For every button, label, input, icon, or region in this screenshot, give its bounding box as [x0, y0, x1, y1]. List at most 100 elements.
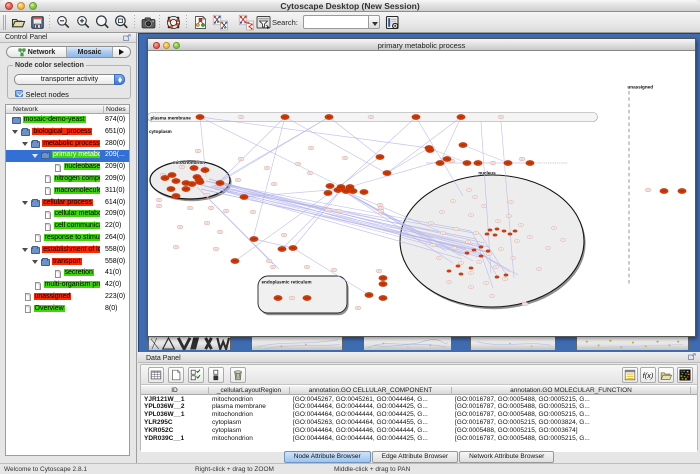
network-node[interactable] [502, 230, 506, 233]
tab-mosaic[interactable]: Mosaic [67, 47, 113, 57]
tree-row[interactable]: metabolic process280(0) [6, 138, 129, 150]
network-node[interactable] [469, 267, 473, 270]
network-node[interactable] [459, 273, 463, 276]
tree-row[interactable]: unassigned223(0) [6, 291, 129, 303]
tree-row[interactable]: cellular metaboli209(0) [6, 209, 129, 221]
matrix-heatmap-icon[interactable] [677, 367, 693, 383]
tree-row[interactable]: macromolecule m311(0) [6, 185, 129, 197]
column-header[interactable]: annotation.GO CELLULAR_COMPONENT [290, 387, 452, 395]
network-node[interactable] [493, 234, 497, 237]
network-node[interactable] [456, 265, 460, 268]
search-dropdown-button[interactable] [369, 15, 380, 29]
tree-row[interactable]: establishment of loc558(0) [6, 244, 129, 256]
tree-header-network[interactable]: Network [13, 106, 38, 113]
network-node[interactable] [485, 233, 489, 236]
tree-row[interactable]: multi-organism pro42(0) [6, 280, 129, 292]
tree-row[interactable]: cellular process614(0) [6, 197, 129, 209]
function-builder-icon[interactable]: f(x) [640, 367, 656, 383]
float-panel-icon[interactable] [123, 34, 131, 41]
network-node[interactable] [465, 252, 469, 255]
network-edge [329, 117, 380, 157]
attribute-mod-icon[interactable] [208, 367, 224, 383]
network-node[interactable] [513, 230, 517, 233]
tab-overflow-button[interactable] [113, 47, 130, 57]
network-node[interactable] [447, 270, 451, 273]
network-node[interactable] [495, 276, 499, 279]
network-node[interactable] [508, 233, 512, 236]
network-node[interactable] [486, 250, 490, 253]
tree-item-count: 874(0) [102, 116, 130, 123]
zoom-out-icon[interactable] [55, 14, 72, 31]
search-input[interactable] [303, 15, 369, 29]
attribute-batch-icon[interactable] [188, 367, 204, 383]
column-header[interactable]: _cellularLayoutRegion [209, 387, 290, 395]
tree-row[interactable]: mosaic-demo-yeast874(0) [6, 115, 129, 127]
import-attributes-icon[interactable] [658, 367, 674, 383]
table-row[interactable]: YLR295Ccytoplasm[GO:0045263, GO:0044464,… [141, 419, 697, 427]
search-config-icon[interactable] [384, 14, 401, 31]
tree-row[interactable]: secretion41(0) [6, 268, 129, 280]
table-row[interactable]: YPL036W__1mitochondrion[GO:0044464, GO:0… [141, 411, 697, 419]
app-titlebar[interactable]: Cytoscape Desktop (New Session) [0, 0, 700, 12]
zoom-selected-icon[interactable] [94, 14, 111, 31]
tree-label-clip: mosaic-demo-yeast [6, 115, 100, 127]
combo-stepper-icon[interactable] [114, 74, 125, 85]
network-node[interactable] [472, 249, 476, 252]
tree-row[interactable]: response to stimulu264(0) [6, 232, 129, 244]
table-row[interactable]: YKR052Ccytoplasm[GO:0044464, GO:0044446,… [141, 427, 697, 435]
float-panel-icon[interactable] [688, 353, 696, 360]
network-tree-header[interactable]: Network Nodes [6, 105, 129, 114]
network-copy-icon[interactable] [238, 14, 255, 31]
annotation-icon[interactable] [255, 14, 272, 31]
background-window[interactable] [363, 336, 452, 350]
tab-edge-attribute-browser[interactable]: Edge Attribute Browser [372, 451, 458, 463]
select-nodes-checkbox[interactable] [15, 90, 23, 98]
network-window-titlebar[interactable]: primary metabolic process [148, 39, 695, 51]
tab-node-attribute-browser[interactable]: Node Attribute Browser [284, 451, 371, 463]
background-window[interactable] [148, 336, 231, 350]
background-window[interactable] [576, 336, 689, 350]
tree-row[interactable]: nitrogen compoun209(0) [6, 173, 129, 185]
network-node[interactable] [488, 229, 492, 232]
nucleus-compartment[interactable] [400, 175, 584, 307]
network-view-icon[interactable] [212, 14, 229, 31]
new-attribute-icon[interactable] [168, 367, 184, 383]
tree-row[interactable]: Overview8(0) [6, 303, 129, 315]
zoom-fit-icon[interactable] [113, 14, 130, 31]
table-row[interactable]: YPL036W__2plasma membrane[GO:0044464, GO… [141, 403, 697, 411]
tree-row[interactable]: nucleobase-contain209(0) [6, 162, 129, 174]
zoom-in-icon[interactable] [75, 14, 92, 31]
attribute-table-header[interactable]: ID_cellularLayoutRegionannotation.GO CEL… [141, 386, 697, 395]
delete-attribute-icon[interactable] [230, 367, 246, 383]
tree-row[interactable]: cell communicati22(0) [6, 221, 129, 233]
network-node[interactable] [495, 228, 499, 231]
table-cell: mitochondrion [209, 396, 290, 403]
tab-network[interactable]: Network [7, 47, 67, 57]
tree-row[interactable]: biological_process651(0) [6, 126, 129, 138]
node-color-combobox[interactable]: transporter activity [14, 74, 125, 85]
data-panel-titlebar: Data Panel [138, 352, 700, 363]
background-window[interactable] [470, 336, 556, 350]
vizmapper-icon[interactable] [192, 14, 209, 31]
attribute-list-icon[interactable] [622, 367, 638, 383]
network-node[interactable] [479, 246, 483, 249]
tree-header-nodes[interactable]: Nodes [103, 106, 126, 114]
background-window[interactable] [251, 336, 343, 350]
tree-row[interactable]: primary metabolic proc209(... [6, 150, 129, 162]
open-file-icon[interactable] [10, 14, 27, 31]
network-node[interactable] [479, 255, 483, 258]
column-header[interactable]: annotation.GO MOLECULAR_FUNCTION [452, 387, 691, 395]
tree-label-clip: primary metabolic proc [6, 150, 100, 162]
network-view-window[interactable]: primary metabolic process plasma membran… [147, 38, 696, 337]
tree-row[interactable]: transport558(0) [6, 256, 129, 268]
column-header[interactable]: ID [141, 387, 209, 395]
table-row[interactable]: YDR039C__1mitochondrion[GO:0044464, GO:0… [141, 434, 697, 442]
attribute-select-icon[interactable] [148, 367, 164, 383]
help-icon[interactable] [165, 14, 182, 31]
snapshot-icon[interactable] [140, 14, 157, 31]
table-row[interactable]: YJR121W__1mitochondrion[GO:0045267, GO:0… [141, 395, 697, 403]
tab-network-attribute-browser[interactable]: Network Attribute Browser [459, 451, 554, 463]
network-node[interactable] [504, 274, 508, 277]
save-icon[interactable] [29, 14, 46, 31]
network-canvas[interactable]: plasma membranecytoplasmmitochondrionnuc… [148, 51, 695, 336]
